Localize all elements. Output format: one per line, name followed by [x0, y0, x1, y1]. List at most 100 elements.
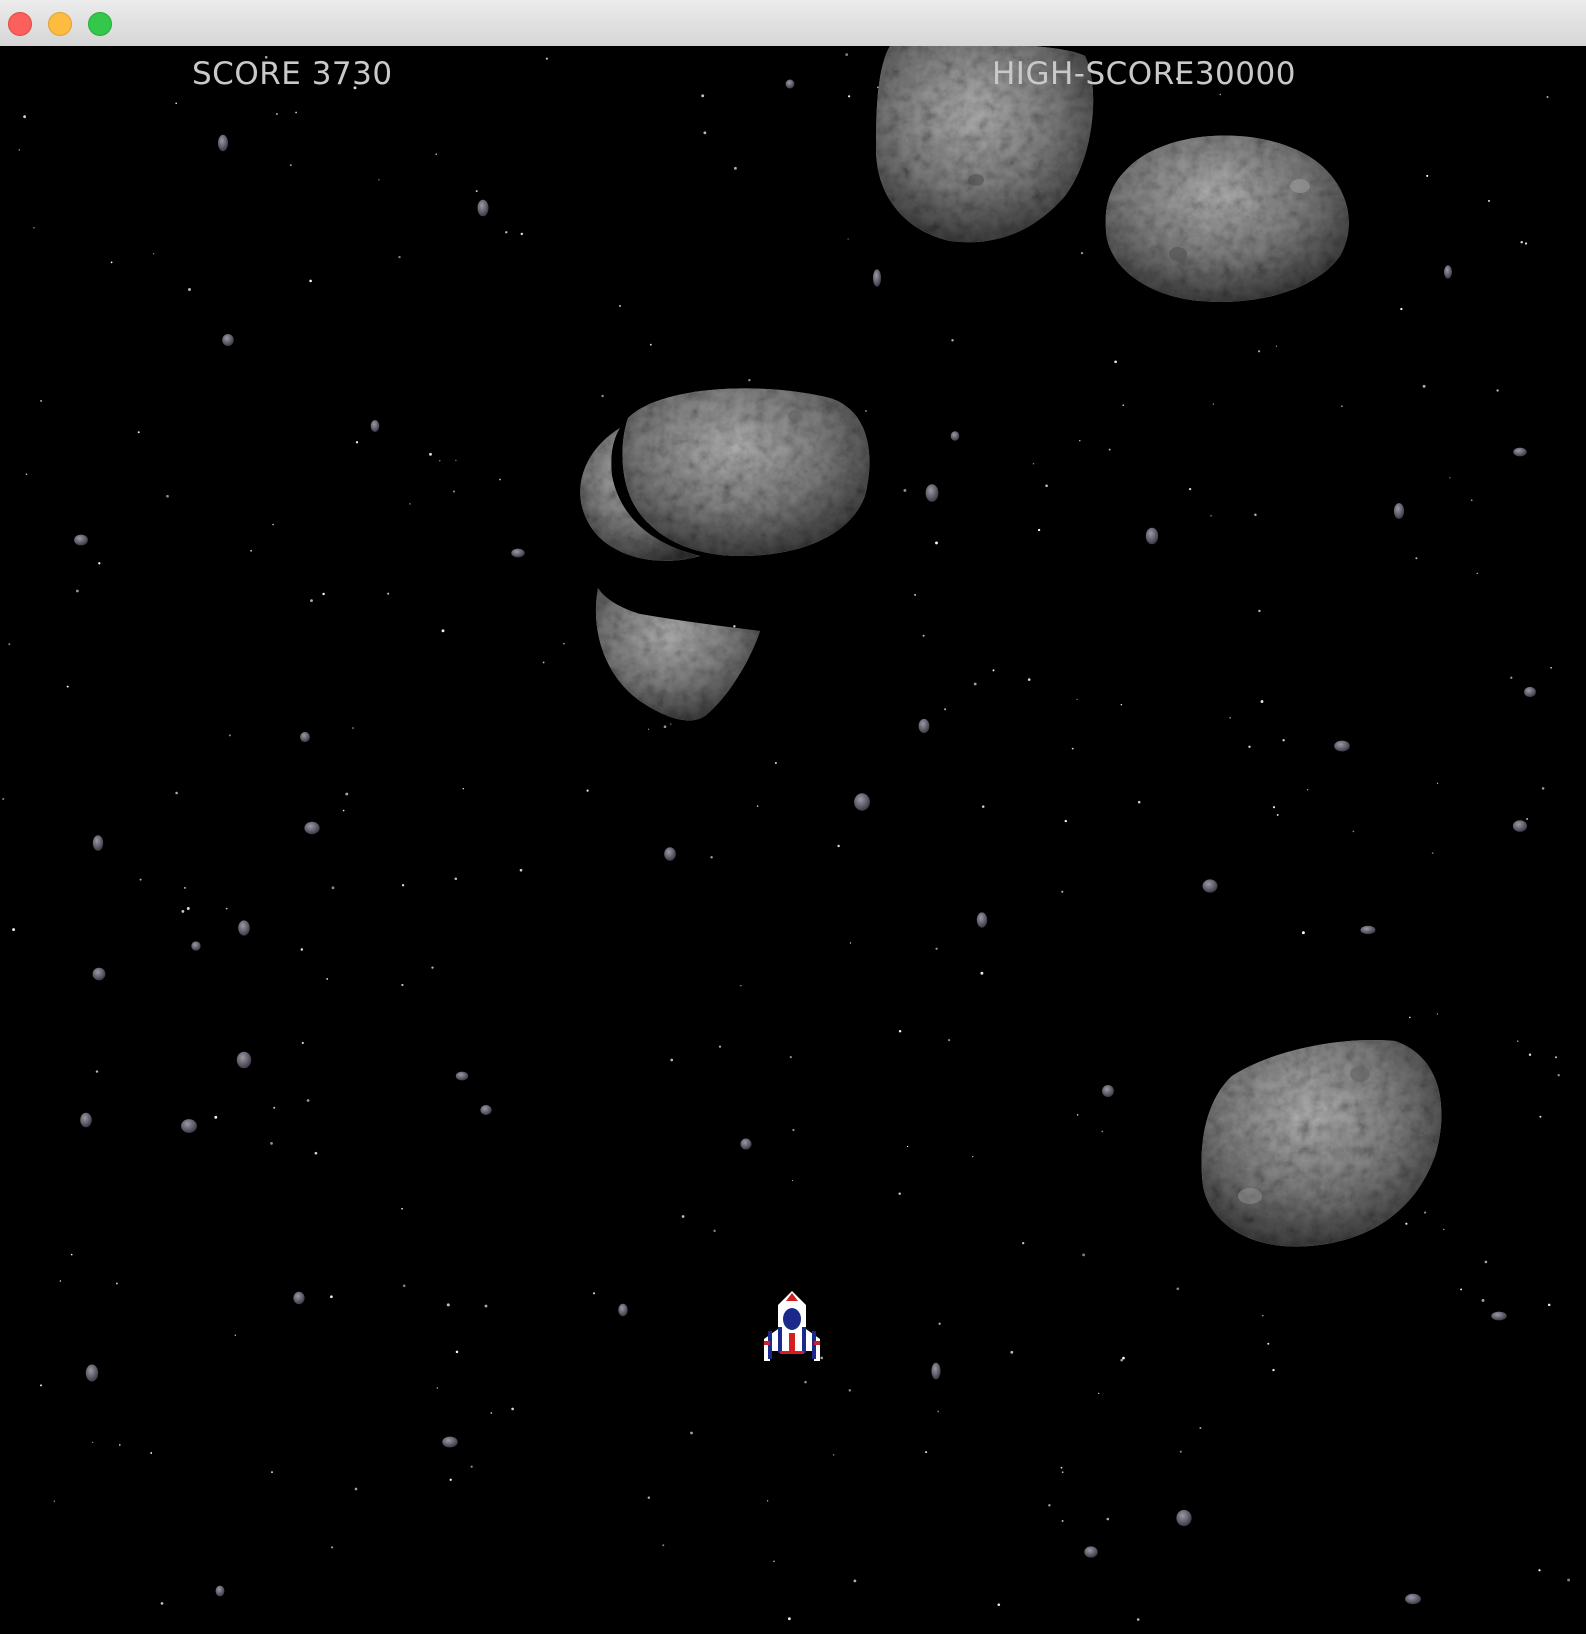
star — [647, 1496, 650, 1499]
asteroid-debris — [872, 269, 882, 287]
star — [1212, 403, 1215, 405]
star — [1199, 1427, 1202, 1429]
star — [98, 562, 101, 565]
star — [586, 789, 589, 792]
star — [484, 1304, 488, 1308]
starfield — [2, 53, 1571, 1621]
asteroid-debris — [1334, 740, 1350, 752]
star — [1010, 1350, 1014, 1354]
star — [619, 304, 621, 307]
star — [409, 503, 411, 505]
star — [848, 1389, 852, 1392]
asteroid-debris — [740, 1138, 752, 1150]
star — [183, 886, 186, 889]
game-canvas[interactable]: SCORE 3730 HIGH-SCORE30000 — [0, 46, 1586, 1634]
zoom-icon[interactable] — [88, 12, 112, 36]
star — [378, 179, 380, 181]
star — [431, 966, 434, 969]
star — [992, 669, 995, 672]
asteroid-debris — [618, 1303, 628, 1317]
star — [306, 1099, 310, 1102]
star — [345, 792, 349, 796]
star — [649, 343, 652, 346]
star — [935, 947, 938, 950]
star — [1254, 513, 1257, 516]
player-ship — [764, 1291, 820, 1361]
star — [545, 57, 549, 60]
star — [925, 1451, 928, 1454]
star — [186, 907, 190, 910]
star — [387, 592, 390, 595]
star — [330, 1546, 334, 1549]
star — [937, 1410, 940, 1413]
asteroid-debris — [480, 1105, 492, 1115]
star — [446, 1303, 450, 1307]
star — [273, 1106, 276, 1109]
star — [1219, 93, 1222, 96]
asteroid-debris — [785, 79, 795, 89]
star — [898, 1029, 902, 1033]
star — [1080, 251, 1084, 255]
asteroid-debris — [511, 548, 525, 558]
star — [453, 490, 455, 493]
star — [972, 1155, 974, 1158]
close-icon[interactable] — [8, 12, 32, 36]
star — [903, 488, 907, 492]
star — [449, 1478, 452, 1482]
star — [301, 1041, 304, 1045]
star — [1248, 745, 1251, 748]
star — [1276, 813, 1279, 816]
star — [951, 339, 954, 342]
star — [76, 589, 79, 593]
asteroid-debris — [455, 1071, 469, 1081]
star — [475, 190, 478, 193]
asteroid-debris — [925, 484, 939, 502]
asteroid-debris — [80, 1112, 92, 1128]
star — [703, 131, 707, 135]
star — [188, 288, 191, 291]
star — [938, 1322, 941, 1325]
star — [601, 394, 604, 398]
asteroid-debris — [218, 134, 228, 152]
debris-field — [74, 79, 1536, 1605]
star — [980, 971, 984, 975]
star — [289, 164, 292, 166]
star — [295, 111, 297, 114]
star — [23, 115, 26, 119]
star — [845, 53, 849, 56]
star — [1120, 703, 1123, 706]
star — [470, 1465, 473, 1468]
star — [454, 877, 458, 880]
star — [1415, 557, 1418, 560]
asteroid-debris — [442, 1436, 458, 1448]
star — [1176, 1287, 1180, 1291]
star — [1272, 1368, 1275, 1372]
asteroid-debris — [222, 334, 234, 346]
star — [670, 1058, 674, 1062]
star — [1082, 1253, 1085, 1257]
star — [401, 983, 404, 987]
asteroid-split — [580, 388, 870, 721]
star — [1436, 782, 1439, 784]
star — [429, 452, 432, 456]
star — [647, 728, 650, 730]
star — [225, 907, 228, 910]
star — [756, 805, 759, 807]
asteroid-debris — [92, 967, 106, 981]
asteroid-debris — [854, 793, 870, 811]
star — [1520, 241, 1523, 244]
star — [740, 985, 742, 987]
star — [853, 1579, 857, 1583]
minimize-icon[interactable] — [48, 12, 72, 36]
star — [1557, 1074, 1560, 1077]
star — [690, 1431, 693, 1435]
star — [1071, 747, 1074, 750]
star — [948, 1039, 951, 1042]
star — [1114, 360, 1117, 364]
star — [214, 1115, 218, 1119]
star — [592, 1292, 596, 1295]
star — [435, 153, 437, 155]
star — [1275, 345, 1278, 347]
star — [922, 634, 925, 637]
star — [326, 977, 329, 980]
